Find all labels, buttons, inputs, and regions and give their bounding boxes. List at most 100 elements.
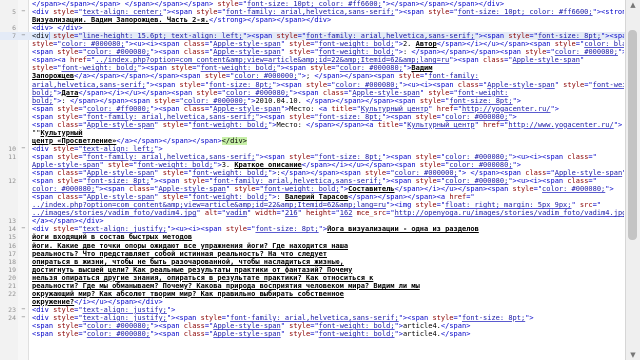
code-token: =": [386, 169, 395, 178]
code-line[interactable]: 20 нельзя опираться другие знания, опират…: [0, 274, 626, 282]
code-line[interactable]: Визуализации. Вадим Запорожцев. Часть 2-…: [0, 16, 626, 24]
code-line[interactable]: центр «Просветление»</a></span></span></…: [0, 136, 626, 145]
code-token: ">: [53, 88, 62, 97]
code-line[interactable]: окружение?</i></u></span></div>: [0, 298, 626, 306]
code-token: <span: [263, 112, 290, 121]
code-line[interactable]: 22 окружающий мир? Как абсолют творим мир…: [0, 290, 626, 298]
code-line[interactable]: Запорожцев</a></span></span></span><span…: [0, 72, 626, 80]
code-line[interactable]: 12 <span style="font-size: 8pt;"><span st…: [0, 177, 626, 185]
code-line[interactable]: 23− <div style="text-align: justify;">: [0, 305, 626, 314]
code-token: <span: [175, 313, 201, 322]
code-line[interactable]: 5− <div style="text-align: center;"><span…: [0, 8, 626, 17]
code-editor[interactable]: </span></span></span> </span></span></sp…: [0, 0, 626, 360]
code-line[interactable]: 19 достигнуть высшей цели? Как реальные р…: [0, 266, 626, 274]
code-token: ">: [525, 313, 534, 322]
scroll-up-arrow-icon[interactable]: ▲: [629, 1, 637, 9]
code-token: Apple-style-span: [86, 169, 155, 178]
fold-toggle-icon[interactable]: −: [20, 8, 27, 15]
code-line[interactable]: 21 реальности? Где мы обманываем? Почему?…: [0, 282, 626, 290]
code-line[interactable]: Apple-style-span" style="font-weight: bo…: [0, 161, 626, 169]
code-line[interactable]: style="font-weight: bold;"><span style="…: [0, 64, 626, 72]
code-line[interactable]: <span class="Apple-style-span" style="fo…: [0, 193, 626, 201]
code-line[interactable]: <span style="font-family: arial,helvetic…: [0, 113, 626, 121]
code-token: =": [78, 322, 87, 330]
code-line[interactable]: 18 опираться в жизни, чтобы не быть разоч…: [0, 258, 626, 266]
code-line[interactable]: <span style="color: #ff0000;"><span clas…: [0, 105, 626, 113]
code-line[interactable]: ../images/stories/vadim_foto/vadim4.jpg"…: [0, 209, 626, 217]
code-line[interactable]: <span class="Apple-style-span" style="fo…: [0, 169, 626, 177]
code-line[interactable]: <span class="Apple-style-span" style="fo…: [0, 121, 626, 129]
code-token: =": [386, 209, 395, 218]
code-token: ">: [272, 80, 281, 89]
fold-toggle-icon[interactable]: −: [20, 32, 27, 39]
code-token: style: [365, 169, 387, 178]
code-token: =": [175, 96, 184, 105]
code-token: <span: [154, 80, 180, 89]
code-line[interactable]: 7− <div style="line-height: 15.6pt; text-…: [0, 32, 626, 41]
code-line[interactable]: style="color: #000080;"><u><i><span clas…: [0, 40, 626, 48]
code-token: style: [419, 161, 441, 169]
code-token: Культурный: [40, 128, 83, 137]
code-line[interactable]: arial,helvetica,sans-serif;"><span style…: [0, 81, 626, 89]
code-token: <span: [32, 152, 58, 161]
code-token: ": [419, 88, 429, 97]
line-code: ""Культурный: [32, 129, 624, 137]
code-token: style: [57, 330, 79, 339]
code-line[interactable]: 13 </a></span></div>: [0, 217, 626, 225]
fold-toggle-icon[interactable]: −: [20, 225, 27, 232]
code-line[interactable]: <span style="color: #000080;"><span clas…: [0, 330, 626, 338]
code-line[interactable]: <span style="color: #000080;"><span clas…: [0, 322, 626, 330]
code-token: font-family: arial,helvetica,sans-serif;: [86, 152, 256, 161]
fold-toggle-icon[interactable]: −: [20, 305, 27, 313]
code-line[interactable]: bold;">: </span></span><span style="colo…: [0, 97, 626, 105]
code-token: =": [74, 8, 83, 17]
code-token: style: [57, 48, 79, 57]
code-token: ">: [137, 64, 146, 73]
code-token: =": [584, 80, 593, 89]
code-line[interactable]: 10− <div style="text-align: left;">: [0, 144, 626, 153]
code-line[interactable]: 14− <div style="text-align: justify;"><u>…: [0, 225, 626, 234]
code-token: <span: [499, 169, 526, 178]
code-line[interactable]: ../index.php?option=com_content&amp;view…: [0, 201, 626, 209]
code-line[interactable]: <span style="color: #000080;"><span clas…: [0, 48, 626, 56]
scrollbar-thumb[interactable]: [628, 30, 637, 240]
code-token: =": [297, 32, 306, 41]
code-token: font-weight: bold;: [318, 40, 395, 49]
vertical-scrollbar[interactable]: ▲ ▼: [625, 0, 640, 360]
code-token: style: [310, 64, 332, 73]
code-token: =": [310, 322, 319, 330]
code-line[interactable]: 11 <span style="font-family: arial,helvet…: [0, 153, 626, 161]
fold-toggle-icon[interactable]: −: [20, 313, 27, 321]
code-token: ">: [95, 185, 104, 194]
line-code: <div style="text-align: justify;"><u><i>…: [32, 225, 624, 233]
code-line[interactable]: <span><a href="../index.php?option=com_c…: [0, 56, 626, 64]
code-token: line-height: 15.6pt; text-align: left;: [82, 32, 243, 41]
code-token: =": [255, 185, 264, 194]
code-line[interactable]: </span></span></span> </span></span></sp…: [0, 0, 626, 8]
code-token: <div: [32, 305, 54, 314]
code-token: ">: [166, 305, 176, 314]
code-line[interactable]: 15 йоги входящий в состав быстрых методов: [0, 233, 626, 241]
code-token: =": [327, 80, 336, 89]
code-line[interactable]: color: #000080;"><span class="Apple-styl…: [0, 185, 626, 193]
code-token: Apple-style-span: [158, 185, 226, 194]
code-line[interactable]: 16 йоги. Какие две точки опоры ожидают вс…: [0, 242, 626, 250]
code-line[interactable]: 6 <div> </div>: [0, 24, 626, 32]
code-line[interactable]: ""Культурный: [0, 129, 626, 137]
code-token: <span: [609, 32, 624, 41]
line-number: 6: [12, 24, 16, 33]
code-line[interactable]: bold;">Дата</span></i></u></span><span s…: [0, 89, 626, 97]
fold-toggle-icon[interactable]: −: [20, 144, 27, 152]
code-token: <span: [483, 32, 509, 41]
code-token: ">: [474, 32, 484, 41]
code-token: </a></span></div>: [32, 217, 104, 226]
code-line[interactable]: 24− <div style="text-align: justify;"><sp…: [0, 313, 626, 322]
code-token: style: [53, 313, 75, 322]
code-token: ">: [592, 8, 602, 17]
code-line[interactable]: 17 реальность? Что представляет собой ист…: [0, 250, 626, 258]
code-token: class: [567, 177, 589, 186]
scroll-down-arrow-icon[interactable]: ▼: [629, 351, 637, 359]
code-token: color: #000080;: [445, 177, 509, 186]
code-token: <strong>: [601, 8, 624, 17]
code-token: =": [78, 112, 87, 121]
